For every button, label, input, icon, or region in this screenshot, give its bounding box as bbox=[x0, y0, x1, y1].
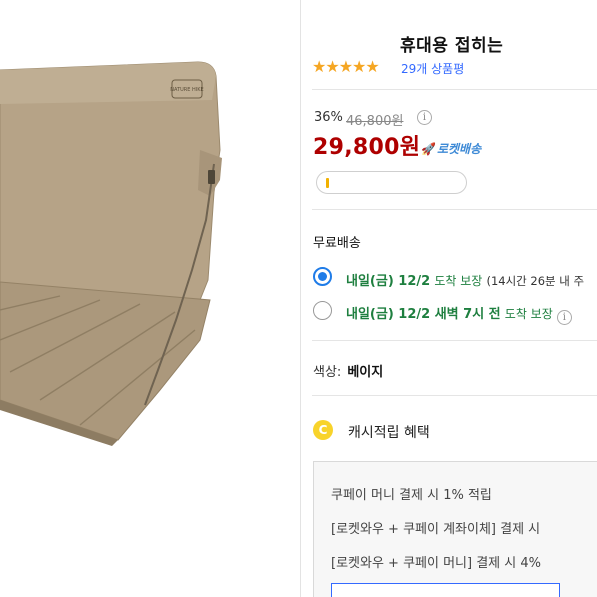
rocket-delivery-badge: 🚀로켓배송 bbox=[421, 140, 481, 157]
color-option: 색상: 베이지 bbox=[313, 361, 383, 380]
shipping-option-1[interactable]: 내일(금) 12/2 도착 보장 (14시간 26분 내 주 bbox=[346, 270, 584, 289]
cash-reward-label[interactable]: 캐시적립 혜택 bbox=[348, 422, 430, 442]
shipping-option-1-date: 내일(금) 12/2 bbox=[346, 274, 431, 289]
benefit-button[interactable] bbox=[331, 583, 560, 597]
info-icon[interactable]: i bbox=[556, 310, 572, 325]
shipping-title: 무료배송 bbox=[313, 236, 361, 251]
coupon-mark-icon bbox=[326, 178, 329, 188]
divider bbox=[312, 209, 597, 210]
review-count-link[interactable]: 29개 상품평 bbox=[401, 60, 464, 77]
info-icon[interactable]: i bbox=[417, 110, 432, 125]
cash-coin-icon: C bbox=[313, 420, 333, 440]
shipping-option-1-note: (14시간 26분 내 주 bbox=[486, 274, 585, 288]
divider bbox=[312, 89, 597, 90]
shipping-option-radio-1[interactable] bbox=[313, 267, 332, 286]
benefit-line: [로켓와우 + 쿠페이 계좌이체] 결제 시 bbox=[331, 522, 541, 537]
color-label: 색상: bbox=[313, 365, 342, 380]
rating-stars[interactable]: ★★★★★ bbox=[312, 57, 380, 76]
product-image[interactable]: NATURE HIKE bbox=[0, 0, 300, 597]
divider bbox=[312, 395, 597, 396]
product-title: 휴대용 접히는 bbox=[400, 36, 504, 56]
shipping-option-radio-2[interactable] bbox=[313, 301, 332, 320]
shipping-option-2[interactable]: 내일(금) 12/2 새벽 7시 전 도착 보장 i bbox=[346, 303, 572, 325]
divider bbox=[312, 340, 597, 341]
color-value: 베이지 bbox=[347, 365, 384, 380]
benefit-line: [로켓와우 + 쿠페이 머니] 결제 시 4% bbox=[331, 556, 541, 571]
shipping-option-2-date: 내일(금) 12/2 새벽 7시 전 bbox=[346, 307, 501, 322]
shipping-option-2-suffix: 도착 보장 bbox=[504, 307, 553, 321]
sale-price: 29,800원 bbox=[313, 135, 421, 160]
brand-patch-text: NATURE HIKE bbox=[170, 87, 203, 93]
discount-rate: 36% bbox=[314, 110, 343, 125]
benefit-box: 쿠페이 머니 결제 시 1% 적립 [로켓와우 + 쿠페이 계좌이체] 결제 시… bbox=[313, 461, 597, 597]
benefit-line: 쿠페이 머니 결제 시 1% 적립 bbox=[331, 488, 492, 503]
product-info-panel: 휴대용 접히는 ★★★★★ 29개 상품평 36% 46,800원 i 29,8… bbox=[300, 0, 597, 597]
shipping-option-1-suffix: 도착 보장 bbox=[434, 274, 483, 288]
rocket-icon: 🚀 bbox=[421, 142, 436, 156]
coupon-pill[interactable] bbox=[316, 171, 467, 194]
original-price: 46,800원 bbox=[346, 114, 404, 129]
folding-seat-illustration: NATURE HIKE bbox=[0, 61, 222, 446]
rocket-delivery-label: 로켓배송 bbox=[436, 142, 482, 156]
